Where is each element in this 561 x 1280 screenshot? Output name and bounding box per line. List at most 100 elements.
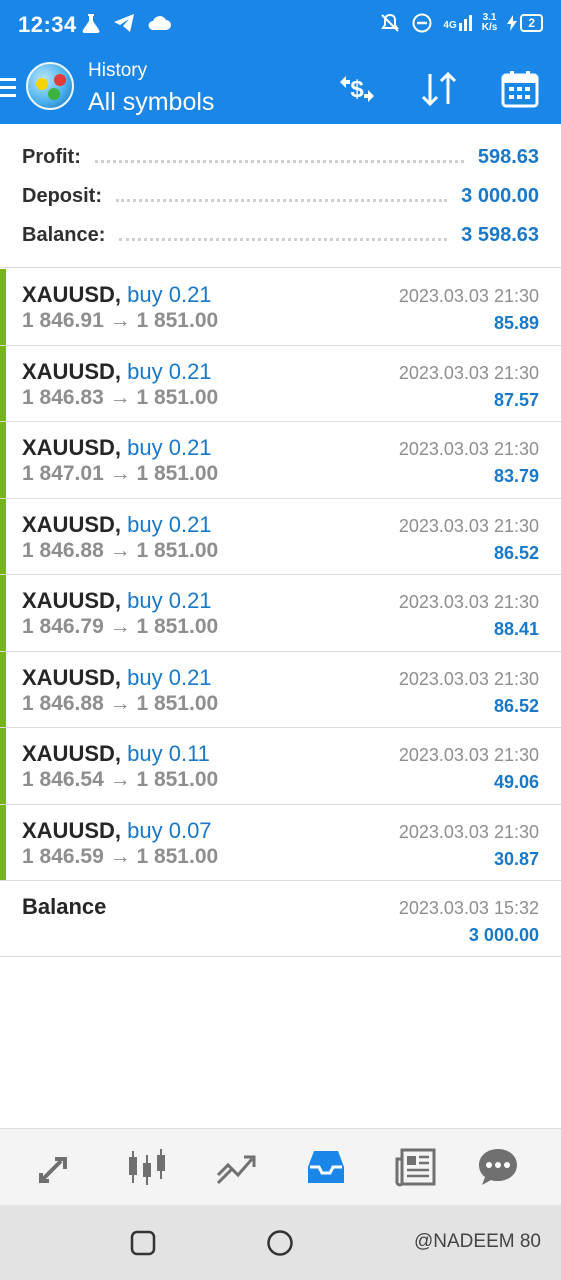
trade-symbol: XAUUSD, buy 0.07 xyxy=(22,817,212,843)
trade-row[interactable]: XAUUSD, buy 0.21 1 846.83 → 1 851.00 202… xyxy=(0,345,561,422)
quotes-icon[interactable] xyxy=(35,1145,79,1189)
profit-label: Profit: xyxy=(22,145,81,168)
trade-row[interactable]: XAUUSD, buy 0.21 1 846.91 → 1 851.00 202… xyxy=(0,269,561,346)
profit-row: Profit: 598.63 xyxy=(22,142,539,172)
arrow-icon: → xyxy=(109,615,131,638)
currency-exchange-icon[interactable]: $ xyxy=(336,68,378,110)
network-speed-unit: K/s xyxy=(481,22,498,33)
trade-row[interactable]: XAUUSD, buy 0.07 1 846.59 → 1 851.00 202… xyxy=(0,804,561,881)
dotted-leader xyxy=(116,198,448,202)
trade-symbol: XAUUSD, buy 0.21 xyxy=(22,282,212,307)
trade-icon[interactable] xyxy=(214,1145,258,1189)
recents-button[interactable] xyxy=(129,1229,157,1257)
balance-entry-datetime: 2023.03.03 15:32 xyxy=(398,898,539,918)
trade-prices: 1 846.79 → 1 851.00 xyxy=(22,615,219,638)
trade-history-list: XAUUSD, buy 0.21 1 846.91 → 1 851.00 202… xyxy=(0,269,561,957)
trade-profit: 30.87 xyxy=(493,848,539,869)
trade-symbol: XAUUSD, buy 0.21 xyxy=(22,435,212,460)
page-subtitle: History xyxy=(88,60,148,81)
page-title[interactable]: All symbols xyxy=(88,88,214,117)
do-not-disturb-icon xyxy=(412,13,432,33)
deposit-row: Deposit: 3 000.00 xyxy=(22,181,539,211)
arrow-icon: → xyxy=(109,462,131,485)
trade-profit: 83.79 xyxy=(493,466,539,486)
trade-symbol: XAUUSD, buy 0.11 xyxy=(22,741,210,766)
buy-indicator-bar xyxy=(0,422,6,498)
trade-datetime: 2023.03.03 21:30 xyxy=(398,286,539,306)
telegram-icon xyxy=(114,14,134,32)
signal-icon: 4G xyxy=(443,15,472,31)
trade-direction: buy 0.21 xyxy=(127,664,212,690)
chat-icon[interactable] xyxy=(476,1145,520,1189)
cloud-icon xyxy=(148,16,171,30)
trade-symbol: XAUUSD, buy 0.21 xyxy=(22,511,212,537)
buy-indicator-bar xyxy=(0,498,6,574)
status-bar: 12:34 4G 3.1 K/s 2 xyxy=(0,0,561,50)
balance-label: Balance: xyxy=(22,223,106,246)
trade-datetime: 2023.03.03 21:30 xyxy=(398,592,539,612)
trade-prices: 1 847.01 → 1 851.00 xyxy=(22,462,219,485)
buy-indicator-bar xyxy=(0,345,6,421)
trade-datetime: 2023.03.03 21:30 xyxy=(398,515,539,536)
balance-entry-row[interactable]: Balance 2023.03.03 15:32 3 000.00 xyxy=(0,881,561,957)
trade-row[interactable]: XAUUSD, buy 0.21 1 847.01 → 1 851.00 202… xyxy=(0,422,561,499)
profit-value: 598.63 xyxy=(477,145,539,168)
trade-direction: buy 0.21 xyxy=(127,282,212,307)
trade-profit: 49.06 xyxy=(493,772,539,792)
bottom-navigation xyxy=(0,1128,561,1205)
trade-prices: 1 846.88 → 1 851.00 xyxy=(22,691,219,715)
trade-prices: 1 846.59 → 1 851.00 xyxy=(22,844,219,868)
trade-symbol: XAUUSD, buy 0.21 xyxy=(22,664,212,690)
balance-entry-amount: 3 000.00 xyxy=(468,925,539,945)
deposit-value: 3 000.00 xyxy=(461,184,539,207)
trade-profit: 85.89 xyxy=(493,313,539,333)
watermark-text: @NADEEM 80 xyxy=(414,1231,541,1252)
trade-profit: 86.52 xyxy=(493,542,539,563)
status-left-icons xyxy=(80,12,172,34)
arrow-icon: → xyxy=(109,309,131,332)
arrow-icon: → xyxy=(109,385,131,409)
trade-datetime: 2023.03.03 21:30 xyxy=(398,821,539,842)
trade-prices: 1 846.91 → 1 851.00 xyxy=(22,309,219,332)
trade-datetime: 2023.03.03 21:30 xyxy=(398,362,539,383)
trade-row[interactable]: XAUUSD, buy 0.21 1 846.79 → 1 851.00 202… xyxy=(0,575,561,652)
history-summary: Profit: 598.63 Deposit: 3 000.00 Balance… xyxy=(0,124,561,268)
trade-row[interactable]: XAUUSD, buy 0.11 1 846.54 → 1 851.00 202… xyxy=(0,728,561,805)
menu-icon[interactable] xyxy=(0,78,16,98)
trade-direction: buy 0.11 xyxy=(127,741,210,766)
calendar-icon[interactable] xyxy=(499,68,541,110)
trade-direction: buy 0.07 xyxy=(127,817,212,843)
home-button[interactable] xyxy=(266,1229,294,1257)
trade-prices: 1 846.88 → 1 851.00 xyxy=(22,538,219,562)
system-navigation-bar: @NADEEM 80 xyxy=(0,1205,561,1280)
trade-symbol: XAUUSD, buy 0.21 xyxy=(22,588,212,613)
dotted-leader xyxy=(94,159,464,163)
status-right-icons: 4G 3.1 K/s 2 xyxy=(379,12,543,34)
history-icon[interactable] xyxy=(304,1145,348,1189)
metatrader-logo xyxy=(26,62,74,110)
sort-icon[interactable] xyxy=(418,68,460,110)
chart-icon[interactable] xyxy=(125,1145,169,1189)
trade-profit: 87.57 xyxy=(493,389,539,410)
arrow-icon: → xyxy=(109,691,131,715)
top-bar: 12:34 4G 3.1 K/s 2 History All symbols $ xyxy=(0,0,561,124)
balance-summary-row: Balance: 3 598.63 xyxy=(22,220,539,250)
buy-indicator-bar xyxy=(0,269,6,345)
charging-icon xyxy=(507,15,518,31)
buy-indicator-bar xyxy=(0,728,6,804)
trade-prices: 1 846.54 → 1 851.00 xyxy=(22,768,219,791)
trade-datetime: 2023.03.03 21:30 xyxy=(398,668,539,689)
trade-prices: 1 846.83 → 1 851.00 xyxy=(22,385,219,409)
trade-row[interactable]: XAUUSD, buy 0.21 1 846.88 → 1 851.00 202… xyxy=(0,498,561,575)
network-type: 4G xyxy=(443,20,457,31)
battery-icon: 2 xyxy=(507,14,543,32)
buy-indicator-bar xyxy=(0,651,6,727)
news-icon[interactable] xyxy=(394,1145,438,1189)
trade-symbol: XAUUSD, buy 0.21 xyxy=(22,358,212,384)
network-speed: 3.1 K/s xyxy=(482,13,498,33)
balance-value: 3 598.63 xyxy=(461,223,539,246)
trade-row[interactable]: XAUUSD, buy 0.21 1 846.88 → 1 851.00 202… xyxy=(0,651,561,728)
dotted-leader xyxy=(119,237,448,241)
battery-level: 2 xyxy=(520,14,543,32)
app-bar: History All symbols $ xyxy=(0,50,561,124)
